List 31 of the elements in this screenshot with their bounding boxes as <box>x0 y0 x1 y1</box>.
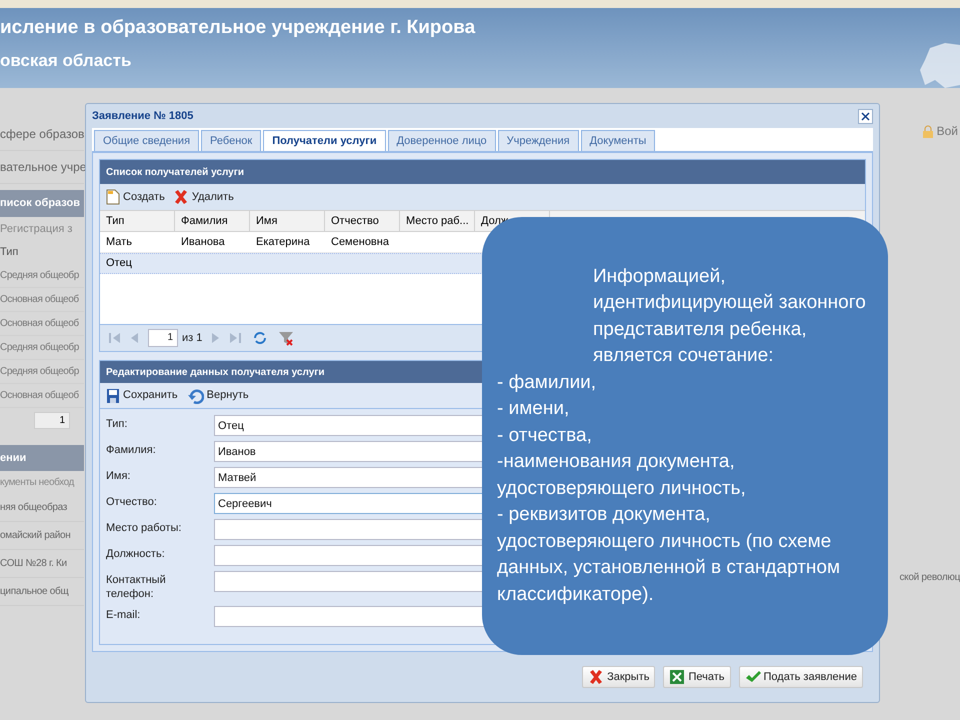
field-label: Имя: <box>106 469 132 483</box>
detail-row: СОШ №28 г. Ки <box>0 550 84 578</box>
detail-row-text: ской революц <box>899 571 960 585</box>
table-cell-text: Семеновна <box>330 234 390 250</box>
field-label: Отчество: <box>106 495 158 509</box>
field-label: Тип: <box>106 417 128 431</box>
page-count: из 1 <box>182 330 202 346</box>
note-text: кументы необход <box>0 476 76 490</box>
panel-header: Список получателей услуги <box>100 160 865 184</box>
table-cell-text: Отец <box>105 256 133 272</box>
detail-row: ципальное общ <box>0 578 84 606</box>
callout-list-item: - реквизитов документа, удостоверяющего личность (по схеме данных, установленной в стандартном классификаторе). <box>497 503 842 607</box>
section-title: ении <box>0 444 84 471</box>
field-label: E-mail: <box>106 608 142 622</box>
detail-row: няя общеобраз <box>0 494 84 522</box>
field-label: Должность: <box>106 547 166 561</box>
field-label: Контактный телефон: <box>106 573 167 601</box>
list-panel-title: писок образов <box>0 190 84 216</box>
dialog-title: Заявление № 1805 <box>92 108 194 124</box>
callout-list-item: - имени, <box>497 397 570 422</box>
callout-list-item: - отчества, <box>497 424 593 448</box>
table-cell-text: Мать <box>105 234 133 250</box>
field-label: Место работы: <box>106 521 182 535</box>
table-cell-text: Екатерина <box>255 234 311 250</box>
table-cell-text: Иванова <box>180 234 226 250</box>
detail-row: омайский район <box>0 522 84 550</box>
callout-list-item: -наименования документа, удостоверяющего личность, <box>497 450 747 501</box>
page-subtitle: овская область <box>0 50 132 71</box>
field-label: Фамилия: <box>106 443 157 457</box>
page-title: исление в образовательное учреждение г. Кирова <box>0 16 476 40</box>
column-header: Тип <box>0 245 20 260</box>
